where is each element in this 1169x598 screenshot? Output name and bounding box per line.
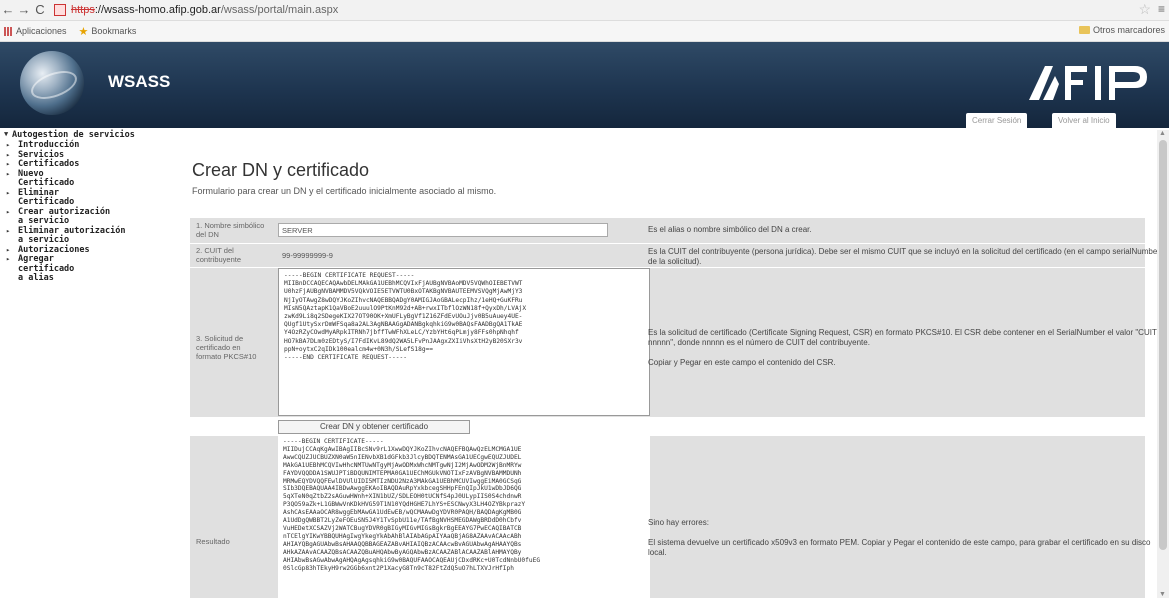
result-textarea[interactable]: -----BEGIN CERTIFICATE----- MIIDujCCAqKg… (278, 436, 650, 598)
sidebar-item[interactable]: ▸ Agregar certificado a alias (0, 254, 168, 284)
sidebar-nav: ▼ Autogestion de servicios ▸ Introducción… (0, 130, 168, 284)
afip-logo-graphic (1029, 66, 1147, 100)
field-help: Es el alias o nombre simbólico del DN a … (648, 225, 812, 234)
browser-toolbar: ← → C https ://wsass-homo.afip.gob.ar /w… (0, 0, 1169, 21)
expand-triangle-icon: ▸ (6, 160, 11, 168)
collapse-triangle-icon: ▼ (4, 130, 9, 138)
expand-triangle-icon: ▸ (6, 207, 11, 216)
bookmark-star-icon[interactable]: ☆ (1138, 1, 1151, 18)
cuit-value: 99-99999999-9 (282, 251, 333, 260)
sidebar-item-label: Crear autorización a servicio (18, 206, 111, 226)
scrollbar-thumb[interactable] (1159, 140, 1167, 550)
create-dn-button[interactable]: Crear DN y obtener certificado (278, 420, 470, 434)
globe-logo (20, 51, 84, 115)
field-help: Es la solicitud de certificado (Certific… (648, 328, 1157, 367)
app-title: WSASS (108, 72, 171, 91)
bookmark-label: Aplicaciones (16, 26, 67, 36)
expand-triangle-icon: ▸ (6, 188, 11, 197)
insecure-lock-icon (54, 4, 66, 16)
url-scheme: https (71, 4, 95, 16)
field-help: Sino hay errores: El sistema devuelve un… (648, 518, 1151, 557)
apps-grid-icon (4, 26, 13, 36)
sidebar-item-label: Agregar certificado a alias (18, 254, 75, 283)
field-label: Resultado (196, 537, 230, 546)
field-label: 3. Solicitud de certificado en formato P… (196, 334, 257, 361)
sidebar-item[interactable]: ▸ Eliminar autorización a servicio (0, 225, 168, 246)
scroll-down-icon[interactable]: ▼ (1159, 591, 1166, 598)
sidebar-item[interactable]: ▸ Eliminar Certificado (0, 187, 168, 208)
url-host: ://wsass-homo.afip.gob.ar (94, 4, 221, 16)
other-bookmarks[interactable]: Otros marcadores (1078, 25, 1165, 35)
form-row-cuit: 2. CUIT del contribuyente 99-99999999-9 … (190, 244, 1160, 267)
bookmarks-bar: Aplicaciones ★ Bookmarks Otros marcadore… (0, 21, 1169, 42)
expand-triangle-icon: ▸ (6, 226, 11, 235)
form-row-submit: Crear DN y obtener certificado (190, 419, 1145, 435)
field-help: Es la CUIT del contribuyente (persona ju… (648, 247, 1160, 266)
star-icon: ★ (78, 25, 89, 38)
forward-button[interactable]: → (16, 2, 32, 18)
expand-triangle-icon: ▸ (6, 245, 11, 254)
sidebar-item-label: Nuevo Certificado (18, 168, 75, 188)
page-description: Formulario para crear un DN y el certifi… (192, 186, 497, 196)
site-header: WSASS Cerrar Sesión Volver al Inicio (0, 42, 1169, 128)
sidebar-root-label: Autogestion de servicios (12, 130, 135, 140)
scroll-up-icon[interactable]: ▲ (1159, 130, 1166, 137)
logout-tab[interactable]: Cerrar Sesión (966, 113, 1028, 128)
expand-triangle-icon: ▸ (6, 169, 11, 178)
reload-button[interactable]: C (32, 2, 48, 18)
address-bar[interactable]: https ://wsass-homo.afip.gob.ar /wsass/p… (54, 2, 1114, 18)
dn-name-input[interactable]: SERVER (278, 223, 608, 237)
expand-triangle-icon: ▸ (6, 141, 11, 149)
bookmark-bookmarks[interactable]: ★ Bookmarks (79, 25, 137, 38)
form-row-dn: 1. Nombre simbólico del DN SERVER Es el … (190, 218, 1145, 243)
field-label: 2. CUIT del contribuyente (196, 246, 242, 264)
page-scrollbar[interactable]: ▲ ▼ (1157, 130, 1169, 598)
field-label: 1. Nombre simbólico del DN (196, 221, 265, 239)
url-path: /wsass/portal/main.aspx (220, 4, 339, 16)
menu-icon[interactable]: ≡ (1158, 2, 1165, 16)
expand-triangle-icon: ▸ (6, 150, 11, 159)
sidebar-item-label: Eliminar Certificado (18, 187, 75, 207)
sidebar-item[interactable]: ▸ Crear autorización a servicio (0, 206, 168, 227)
home-tab[interactable]: Volver al Inicio (1052, 113, 1116, 128)
page-title: Crear DN y certificado (192, 160, 370, 180)
afip-logo (1025, 62, 1153, 102)
sidebar-item-label: Eliminar autorización a servicio (18, 225, 126, 245)
expand-triangle-icon: ▸ (6, 255, 11, 263)
back-button[interactable]: ← (0, 2, 16, 18)
other-bookmarks-label: Otros marcadores (1092, 25, 1165, 35)
form-row-result: Resultado -----BEGIN CERTIFICATE----- MI… (190, 436, 1151, 598)
bookmark-label: Bookmarks (91, 26, 137, 36)
bookmark-apps[interactable]: Aplicaciones (4, 26, 67, 36)
form-row-csr: 3. Solicitud de certificado en formato P… (190, 268, 1157, 417)
main-content: Crear DN y certificado Formulario para c… (180, 130, 1160, 598)
sidebar-item[interactable]: ▸ Nuevo Certificado (0, 168, 168, 189)
csr-textarea[interactable]: -----BEGIN CERTIFICATE REQUEST----- MIIB… (278, 268, 650, 416)
folder-icon (1078, 26, 1090, 34)
